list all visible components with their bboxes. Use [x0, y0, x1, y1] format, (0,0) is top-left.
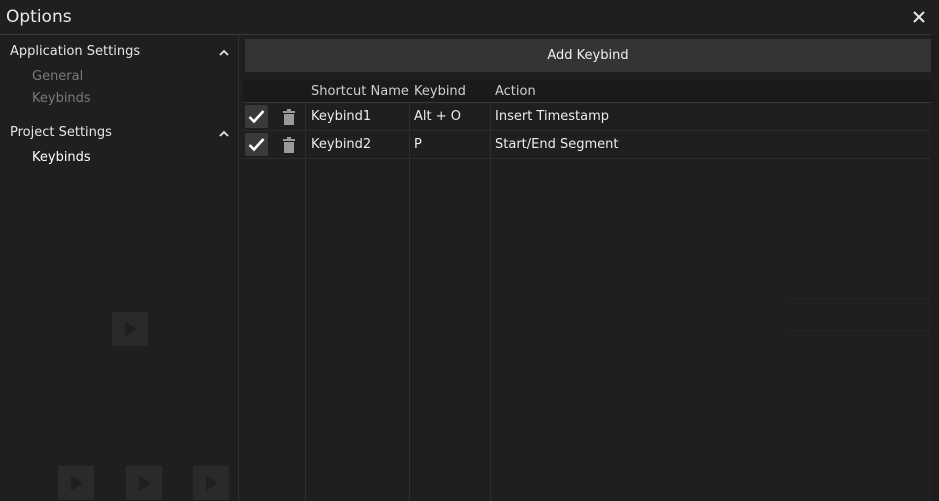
- chevron-up-icon[interactable]: [218, 47, 230, 59]
- column-header-keybind[interactable]: Keybind: [414, 84, 466, 99]
- column-header-action[interactable]: Action: [495, 84, 536, 99]
- section-label: Project Settings: [10, 125, 112, 140]
- settings-sidebar: Application Settings General Keybinds Pr…: [0, 35, 238, 501]
- keybind-cell: P: [414, 137, 422, 152]
- action-cell: Insert Timestamp: [495, 109, 609, 124]
- close-icon[interactable]: [909, 7, 929, 27]
- keybind-cell: Alt + O: [414, 109, 461, 124]
- trash-icon[interactable]: [282, 137, 296, 153]
- check-icon: [248, 110, 265, 124]
- sidebar-item-general[interactable]: General: [32, 69, 83, 84]
- section-project-settings[interactable]: Project Settings: [10, 125, 230, 145]
- enabled-checkbox[interactable]: [245, 105, 268, 128]
- shortcut-name-cell: Keybind1: [311, 109, 372, 124]
- shortcut-name-cell: Keybind2: [311, 137, 372, 152]
- keybind-table: Shortcut Name Keybind Action Keybind1 Al…: [243, 80, 931, 501]
- right-edge-gap: [931, 35, 939, 501]
- add-keybind-button[interactable]: Add Keybind: [245, 39, 931, 72]
- sidebar-divider: [238, 35, 239, 501]
- table-row[interactable]: Keybind1 Alt + O Insert Timestamp: [243, 103, 931, 131]
- column-header-shortcut-name[interactable]: Shortcut Name: [311, 84, 409, 99]
- section-label: Application Settings: [10, 44, 141, 59]
- table-header: Shortcut Name Keybind Action: [243, 80, 931, 103]
- trash-icon[interactable]: [282, 109, 296, 125]
- chevron-up-icon[interactable]: [218, 128, 230, 140]
- sidebar-item-app-keybinds[interactable]: Keybinds: [32, 91, 91, 106]
- action-cell: Start/End Segment: [495, 137, 619, 152]
- enabled-checkbox[interactable]: [245, 133, 268, 156]
- title-bar: Options: [0, 0, 939, 34]
- section-application-settings[interactable]: Application Settings: [10, 44, 230, 64]
- check-icon: [248, 138, 265, 152]
- sidebar-item-project-keybinds[interactable]: Keybinds: [32, 150, 91, 165]
- window-title: Options: [6, 7, 72, 27]
- table-row[interactable]: Keybind2 P Start/End Segment: [243, 131, 931, 159]
